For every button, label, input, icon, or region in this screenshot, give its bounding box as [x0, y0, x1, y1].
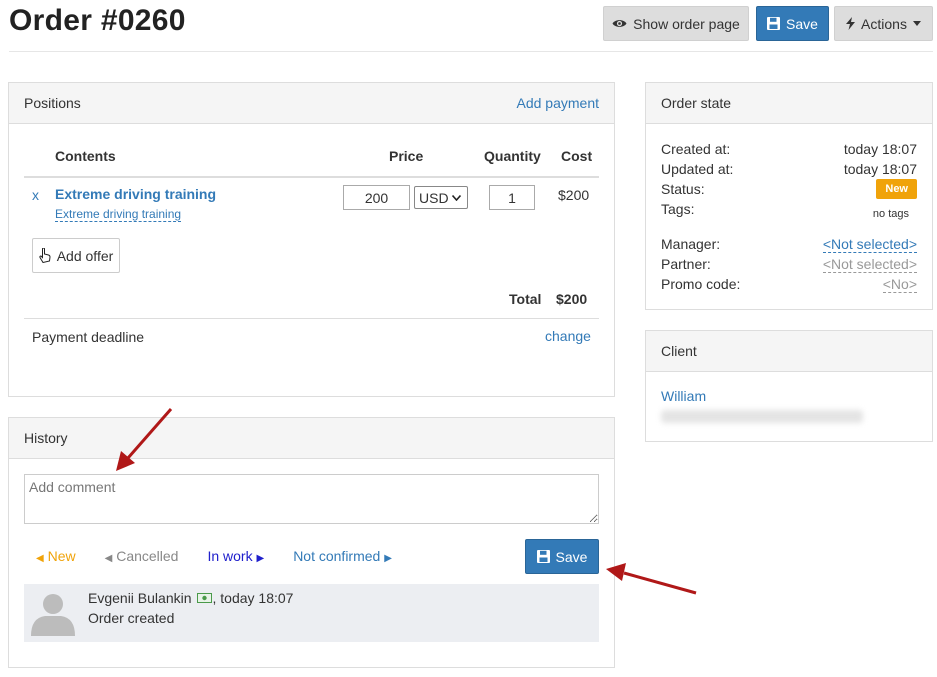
status-in-work-link[interactable]: In work ▶ [207, 548, 264, 564]
history-title: History [24, 430, 68, 446]
status-label: Status: [661, 181, 705, 197]
promo-code-label: Promo code: [661, 276, 741, 292]
remove-position-button[interactable]: x [32, 187, 39, 203]
history-time: , today 18:07 [212, 590, 294, 606]
order-state-title: Order state [661, 95, 732, 111]
page-title: Order #0260 [9, 4, 186, 37]
actions-label: Actions [861, 15, 907, 32]
promo-code-link[interactable]: <No> [882, 276, 917, 293]
history-entry: Evgenii Bulankin , today 18:07 Order cre… [24, 584, 599, 642]
table-header-divider [24, 176, 599, 178]
partner-label: Partner: [661, 256, 711, 272]
column-header-contents: Contents [55, 148, 116, 164]
quantity-input[interactable] [489, 185, 535, 210]
total-label: Total [509, 291, 542, 307]
manager-select-link[interactable]: <Not selected> [822, 236, 917, 253]
updated-at-label: Updated at: [661, 161, 734, 177]
actions-dropdown-button[interactable]: Actions [834, 6, 933, 41]
lightning-icon [846, 17, 856, 30]
arrow-right-icon: ▶ [256, 553, 265, 564]
total-divider [24, 318, 599, 319]
header-save-button[interactable]: Save [756, 6, 829, 41]
tags-value: no tags [872, 208, 909, 220]
column-header-quantity: Quantity [484, 148, 541, 164]
order-state-header: Order state [646, 83, 932, 124]
currency-select[interactable]: USD [414, 186, 468, 209]
history-text: Order created [88, 610, 175, 626]
floppy-disk-icon [767, 17, 781, 30]
history-header: History [9, 418, 614, 459]
created-at-value: today 18:07 [843, 141, 917, 157]
header-save-label: Save [786, 15, 818, 32]
eye-icon [612, 20, 627, 27]
floppy-disk-icon [536, 550, 550, 563]
tags-label: Tags: [661, 201, 695, 217]
money-icon [196, 593, 212, 603]
status-not-confirmed-label: Not confirmed [293, 548, 381, 564]
status-cancelled-label: Cancelled [116, 548, 179, 564]
column-header-cost: Cost [561, 148, 593, 164]
arrow-to-save-icon [606, 563, 697, 595]
status-cancelled-link[interactable]: ◀ Cancelled [105, 548, 179, 564]
position-name-link[interactable]: Extreme driving training [55, 186, 216, 202]
chevron-down-icon [451, 194, 461, 201]
status-in-work-label: In work [207, 548, 253, 564]
arrow-left-icon: ◀ [36, 553, 44, 564]
arrow-right-icon: ▶ [384, 553, 392, 564]
history-entry-meta: Evgenii Bulankin , today 18:07 [88, 590, 293, 606]
arrow-left-icon: ◀ [104, 553, 113, 564]
header-divider [9, 51, 933, 52]
created-at-label: Created at: [661, 141, 731, 157]
history-save-label: Save [555, 548, 588, 565]
status-transitions: ◀ New ◀ Cancelled In work ▶ Not confirme… [36, 548, 392, 564]
positions-title: Positions [24, 95, 81, 111]
client-name-link[interactable]: William [661, 388, 706, 404]
status-new-label: New [47, 548, 76, 564]
client-panel: Client [645, 330, 933, 442]
comment-textarea[interactable] [24, 474, 599, 524]
add-offer-button[interactable]: Add offer [32, 238, 120, 273]
status-not-confirmed-link[interactable]: Not confirmed ▶ [293, 548, 392, 564]
updated-at-value: today 18:07 [843, 161, 917, 177]
positions-header: Positions Add payment [9, 83, 614, 124]
show-order-page-button[interactable]: Show order page [603, 6, 749, 41]
add-offer-label: Add offer [56, 247, 114, 264]
avatar-placeholder-icon [31, 594, 75, 636]
payment-deadline-label: Payment deadline [32, 329, 145, 345]
history-save-button[interactable]: Save [525, 539, 599, 574]
show-order-page-label: Show order page [633, 15, 740, 32]
hand-pointer-icon [39, 248, 51, 263]
partner-select-link[interactable]: <Not selected> [822, 256, 917, 273]
price-input[interactable] [343, 185, 410, 210]
column-header-price: Price [389, 148, 424, 164]
caret-down-icon [912, 21, 921, 26]
change-deadline-link[interactable]: change [545, 328, 591, 344]
total-value: $200 [556, 291, 588, 307]
position-cost: $200 [558, 187, 590, 203]
client-title: Client [661, 343, 697, 359]
client-email-redacted [661, 410, 863, 423]
position-offer-link[interactable]: Extreme driving training [55, 207, 182, 222]
add-payment-link[interactable]: Add payment [517, 95, 600, 111]
status-new-link[interactable]: ◀ New [36, 548, 76, 564]
status-badge[interactable]: New [876, 179, 917, 199]
client-header: Client [646, 331, 932, 372]
history-author: Evgenii Bulankin [88, 590, 192, 606]
manager-label: Manager: [661, 236, 721, 252]
currency-value: USD [419, 189, 449, 206]
